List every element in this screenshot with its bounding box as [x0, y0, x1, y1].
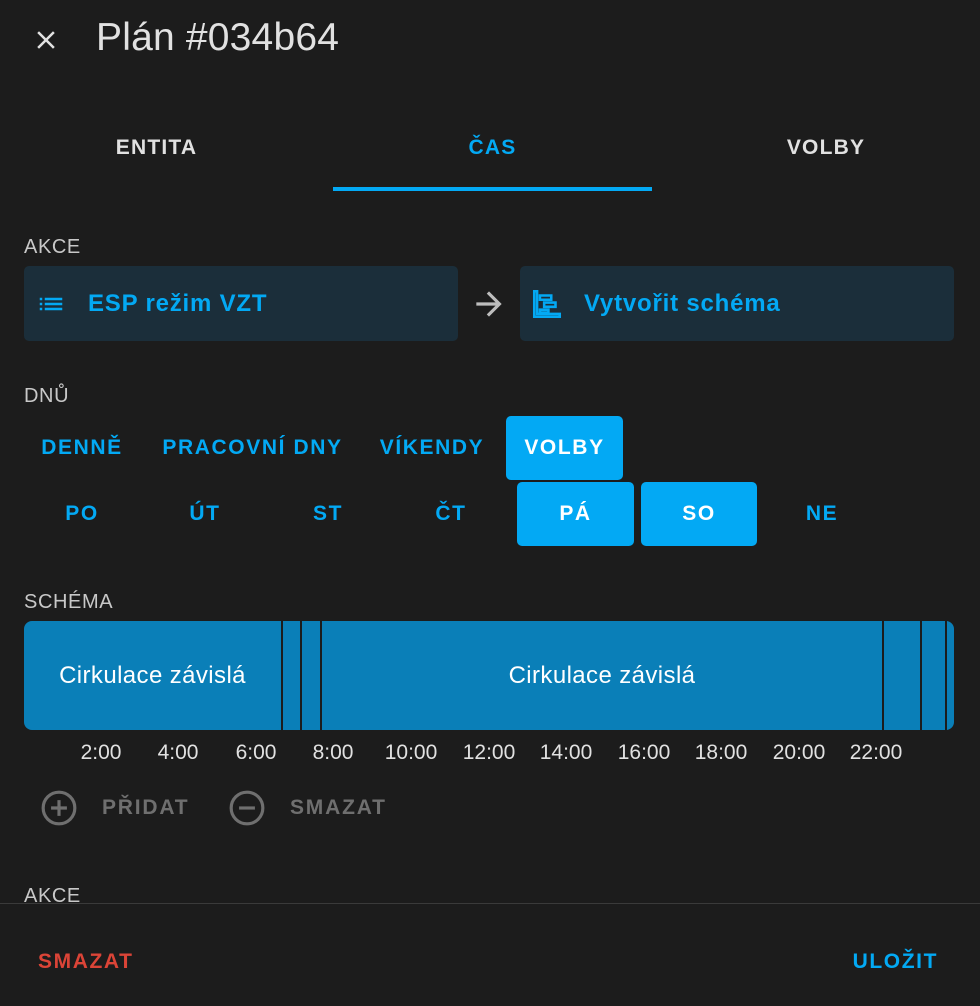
time-tick: 10:00 [384, 741, 438, 764]
add-segment-label: PŘIDAT [102, 796, 190, 819]
plus-circle-icon [41, 790, 77, 826]
day-ne[interactable]: NE [764, 482, 880, 546]
time-tick: 20:00 [772, 741, 826, 764]
time-tick: 16:00 [617, 741, 671, 764]
day-po[interactable]: PO [24, 482, 140, 546]
tab-entita[interactable]: ENTITA [0, 112, 313, 192]
segment-divider[interactable] [281, 621, 283, 730]
dialog-title: Plán #034b64 [96, 16, 340, 59]
next-action-section-label: AKCE [24, 885, 81, 903]
list-icon [39, 297, 63, 310]
time-tick: 4:00 [157, 741, 199, 764]
remove-segment-label: SMAZAT [290, 796, 387, 819]
tab-cas[interactable]: ČAS [333, 112, 652, 192]
time-tick: 12:00 [462, 741, 516, 764]
time-tick: 2:00 [80, 741, 122, 764]
save-button[interactable]: ULOŽIT [853, 950, 938, 974]
delete-button[interactable]: SMAZAT [38, 950, 134, 974]
time-tick: 6:00 [235, 741, 277, 764]
schema-section-label: SCHÉMA [24, 591, 114, 613]
close-button[interactable] [24, 18, 68, 62]
schema-icon [532, 289, 562, 318]
entity-action-button[interactable]: ESP režim VZT [24, 266, 458, 341]
arrow-right-icon [476, 291, 502, 317]
action-section-label: AKCE [24, 236, 81, 258]
day-ct[interactable]: ČT [393, 482, 509, 546]
preset-vikendy[interactable]: VÍKENDY [367, 416, 497, 480]
add-segment-button[interactable]: PŘIDAT [40, 788, 189, 828]
timeline-segment[interactable]: Cirkulace závislá [322, 621, 882, 730]
segment-divider[interactable] [300, 621, 302, 730]
preset-volby[interactable]: VOLBY [506, 416, 623, 480]
time-tick: 22:00 [849, 741, 903, 764]
tab-volby[interactable]: VOLBY [672, 112, 980, 192]
create-schema-button[interactable]: Vytvořit schéma [520, 266, 954, 341]
tab-bar: ENTITA ČAS VOLBY [0, 112, 980, 192]
preset-pracovni-dny[interactable]: PRACOVNÍ DNY [150, 416, 355, 480]
preset-denne[interactable]: DENNĚ [24, 416, 140, 480]
time-tick: 18:00 [694, 741, 748, 764]
dialog-header: Plán #034b64 [0, 0, 980, 80]
day-ut[interactable]: ÚT [147, 482, 263, 546]
time-tick: 14:00 [539, 741, 593, 764]
timeline-segment[interactable]: Cirkulace závislá [24, 621, 281, 730]
day-pa[interactable]: PÁ [517, 482, 634, 546]
remove-segment-button[interactable]: SMAZAT [228, 788, 387, 828]
close-icon [37, 31, 55, 49]
segment-divider[interactable] [945, 621, 947, 730]
segment-divider[interactable] [882, 621, 884, 730]
entity-action-label: ESP režim VZT [88, 289, 268, 317]
schedule-timeline[interactable]: Cirkulace závislá Cirkulace závislá [24, 621, 954, 730]
day-so[interactable]: SO [641, 482, 757, 546]
minus-circle-icon [229, 790, 265, 826]
time-tick: 8:00 [312, 741, 354, 764]
footer-divider [0, 903, 980, 904]
segment-divider[interactable] [920, 621, 922, 730]
active-tab-indicator [333, 187, 652, 191]
day-st[interactable]: ST [270, 482, 386, 546]
create-schema-label: Vytvořit schéma [584, 289, 781, 317]
days-section-label: DNŮ [24, 385, 70, 407]
